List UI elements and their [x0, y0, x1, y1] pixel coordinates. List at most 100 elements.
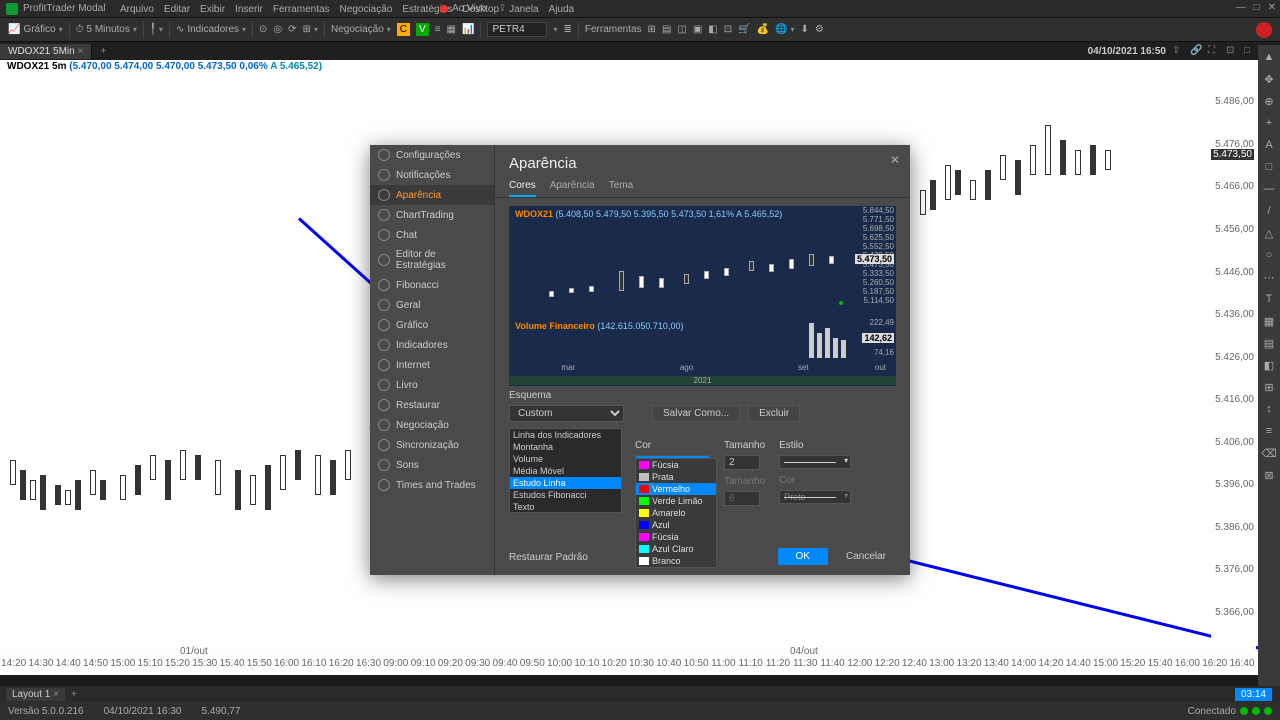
- sidebar-item[interactable]: Sincronização: [370, 435, 494, 455]
- draw-tool[interactable]: A: [1261, 139, 1277, 155]
- tab-cores[interactable]: Cores: [509, 176, 536, 197]
- minimize-icon[interactable]: —: [1236, 2, 1246, 13]
- sidebar-item[interactable]: Livro: [370, 375, 494, 395]
- timeframe-dropdown[interactable]: ⏱ 5 Minutos▾: [76, 24, 137, 35]
- tab-add[interactable]: +: [92, 44, 114, 59]
- tb-tool-5[interactable]: ◧: [708, 24, 717, 35]
- draw-tool[interactable]: ↕: [1261, 403, 1277, 419]
- tb-down-icon[interactable]: ⬇: [801, 24, 809, 35]
- draw-tool[interactable]: /: [1261, 205, 1277, 221]
- draw-tool[interactable]: ⋯: [1261, 271, 1277, 287]
- close-icon[interactable]: ✕: [1268, 2, 1276, 13]
- candle-type-icon[interactable]: ╿▾: [150, 24, 163, 35]
- color-option[interactable]: Vermelho: [636, 483, 716, 495]
- indicator-item[interactable]: Estudo Linha: [510, 477, 621, 489]
- share-icon[interactable]: ⇪: [498, 3, 506, 14]
- estilo-select[interactable]: ▾: [779, 455, 851, 469]
- sidebar-item[interactable]: Restaurar: [370, 395, 494, 415]
- draw-tool[interactable]: △: [1261, 227, 1277, 243]
- layout-add[interactable]: +: [65, 688, 83, 701]
- sidebar-item[interactable]: Notificações: [370, 165, 494, 185]
- color-option[interactable]: Fúcsia: [636, 531, 716, 543]
- menu-inserir[interactable]: Inserir: [235, 4, 263, 15]
- menu-arquivo[interactable]: Arquivo: [120, 4, 154, 15]
- tb-icon-4[interactable]: ⊞▾: [303, 24, 318, 35]
- sidebar-item[interactable]: Fibonacci: [370, 275, 494, 295]
- layout-tab[interactable]: Layout 1 ×: [6, 688, 65, 701]
- tamanho-input[interactable]: [724, 455, 760, 470]
- indicator-list[interactable]: Linha dos IndicadoresMontanhaVolumeMédia…: [509, 428, 622, 513]
- notification-bell-icon[interactable]: [1256, 22, 1272, 38]
- draw-tool[interactable]: +: [1261, 117, 1277, 133]
- restore-default-button[interactable]: Restaurar Padrão: [509, 552, 588, 563]
- sidebar-item[interactable]: ChartTrading: [370, 205, 494, 225]
- tb-tool-6[interactable]: ⊡: [724, 24, 732, 35]
- menu-ajuda[interactable]: Ajuda: [549, 4, 575, 15]
- salvar-como-button[interactable]: Salvar Como...: [652, 405, 740, 422]
- tb-badge-2[interactable]: V: [416, 23, 429, 36]
- draw-tool[interactable]: —: [1261, 183, 1277, 199]
- cancel-button[interactable]: Cancelar: [836, 548, 896, 565]
- tb-gear-icon[interactable]: ⚙: [815, 24, 824, 35]
- indicator-item[interactable]: Volume: [510, 453, 621, 465]
- draw-tool[interactable]: T: [1261, 293, 1277, 309]
- sidebar-item[interactable]: Sons: [370, 455, 494, 475]
- color-option[interactable]: Fúcsia: [636, 459, 716, 471]
- draw-tool[interactable]: ⌫: [1261, 447, 1277, 463]
- dialog-close-icon[interactable]: ✕: [890, 153, 900, 167]
- menu-ferramentas[interactable]: Ferramentas: [273, 4, 330, 15]
- symbol-search[interactable]: [487, 22, 547, 37]
- draw-tool[interactable]: ▦: [1261, 315, 1277, 331]
- draw-tool[interactable]: □: [1261, 161, 1277, 177]
- draw-tool[interactable]: ◧: [1261, 359, 1277, 375]
- search-chevron-icon[interactable]: ▾: [553, 25, 557, 34]
- draw-tool[interactable]: ⊕: [1261, 95, 1277, 111]
- tb-list-icon[interactable]: ≡: [435, 24, 441, 35]
- color-option[interactable]: Verde Limão: [636, 495, 716, 507]
- draw-tool[interactable]: ⊠: [1261, 469, 1277, 485]
- sidebar-item[interactable]: Chat: [370, 225, 494, 245]
- color-option[interactable]: Prata: [636, 471, 716, 483]
- sidebar-item[interactable]: Indicadores: [370, 335, 494, 355]
- popout-chart-icon[interactable]: ⊡: [1226, 45, 1238, 57]
- color-option[interactable]: Azul: [636, 519, 716, 531]
- sidebar-item[interactable]: Aparência: [370, 185, 494, 205]
- chart-tab[interactable]: WDOX21 5Min ×: [0, 44, 92, 59]
- esquema-select[interactable]: Custom: [509, 405, 624, 422]
- tb-tool-4[interactable]: ▣: [693, 24, 702, 35]
- maximize-icon[interactable]: □: [1254, 2, 1260, 13]
- indicator-item[interactable]: Montanha: [510, 441, 621, 453]
- indicator-item[interactable]: Linha dos Indicadores: [510, 429, 621, 441]
- menu-janela[interactable]: Janela: [509, 4, 538, 15]
- tb-globe-icon[interactable]: 🌐▾: [775, 24, 794, 35]
- draw-tool[interactable]: ⊞: [1261, 381, 1277, 397]
- tab-tema[interactable]: Tema: [609, 176, 633, 197]
- tb-icon-2[interactable]: ◎: [273, 24, 282, 35]
- share-chart-icon[interactable]: ⇪: [1172, 45, 1184, 57]
- tb-icon-1[interactable]: ⊙: [259, 24, 267, 35]
- tb-watchlist-icon[interactable]: ≣: [563, 24, 571, 35]
- tb-tool-2[interactable]: ▤: [662, 24, 671, 35]
- color-option[interactable]: Amarelo: [636, 507, 716, 519]
- expand-chart-icon[interactable]: ⛶: [1208, 45, 1220, 57]
- tb-chart-icon[interactable]: 📊: [462, 24, 474, 35]
- indicator-item[interactable]: Texto: [510, 501, 621, 513]
- tb-grid-icon[interactable]: ▦: [447, 24, 456, 35]
- sidebar-item[interactable]: Times and Trades: [370, 475, 494, 495]
- tab-aparencia[interactable]: Aparência: [550, 176, 595, 197]
- sidebar-item[interactable]: Editor de Estratégias: [370, 245, 494, 275]
- tb-tool-3[interactable]: ◫: [677, 24, 686, 35]
- tb-icon-3[interactable]: ⟳: [288, 24, 296, 35]
- draw-tool[interactable]: ✥: [1261, 73, 1277, 89]
- color-option[interactable]: Azul Claro: [636, 543, 716, 555]
- tb-money-icon[interactable]: 💰: [757, 24, 769, 35]
- draw-tool[interactable]: ○: [1261, 249, 1277, 265]
- sidebar-item[interactable]: Internet: [370, 355, 494, 375]
- maximize-chart-icon[interactable]: □: [1244, 45, 1256, 57]
- link-chart-icon[interactable]: 🔗: [1190, 45, 1202, 57]
- sidebar-item[interactable]: Geral: [370, 295, 494, 315]
- menu-negociacao[interactable]: Negociação: [340, 4, 393, 15]
- tb-cart-icon[interactable]: 🛒: [738, 24, 750, 35]
- ferramentas-label[interactable]: Ferramentas: [585, 24, 642, 35]
- draw-tool[interactable]: ▲: [1261, 51, 1277, 67]
